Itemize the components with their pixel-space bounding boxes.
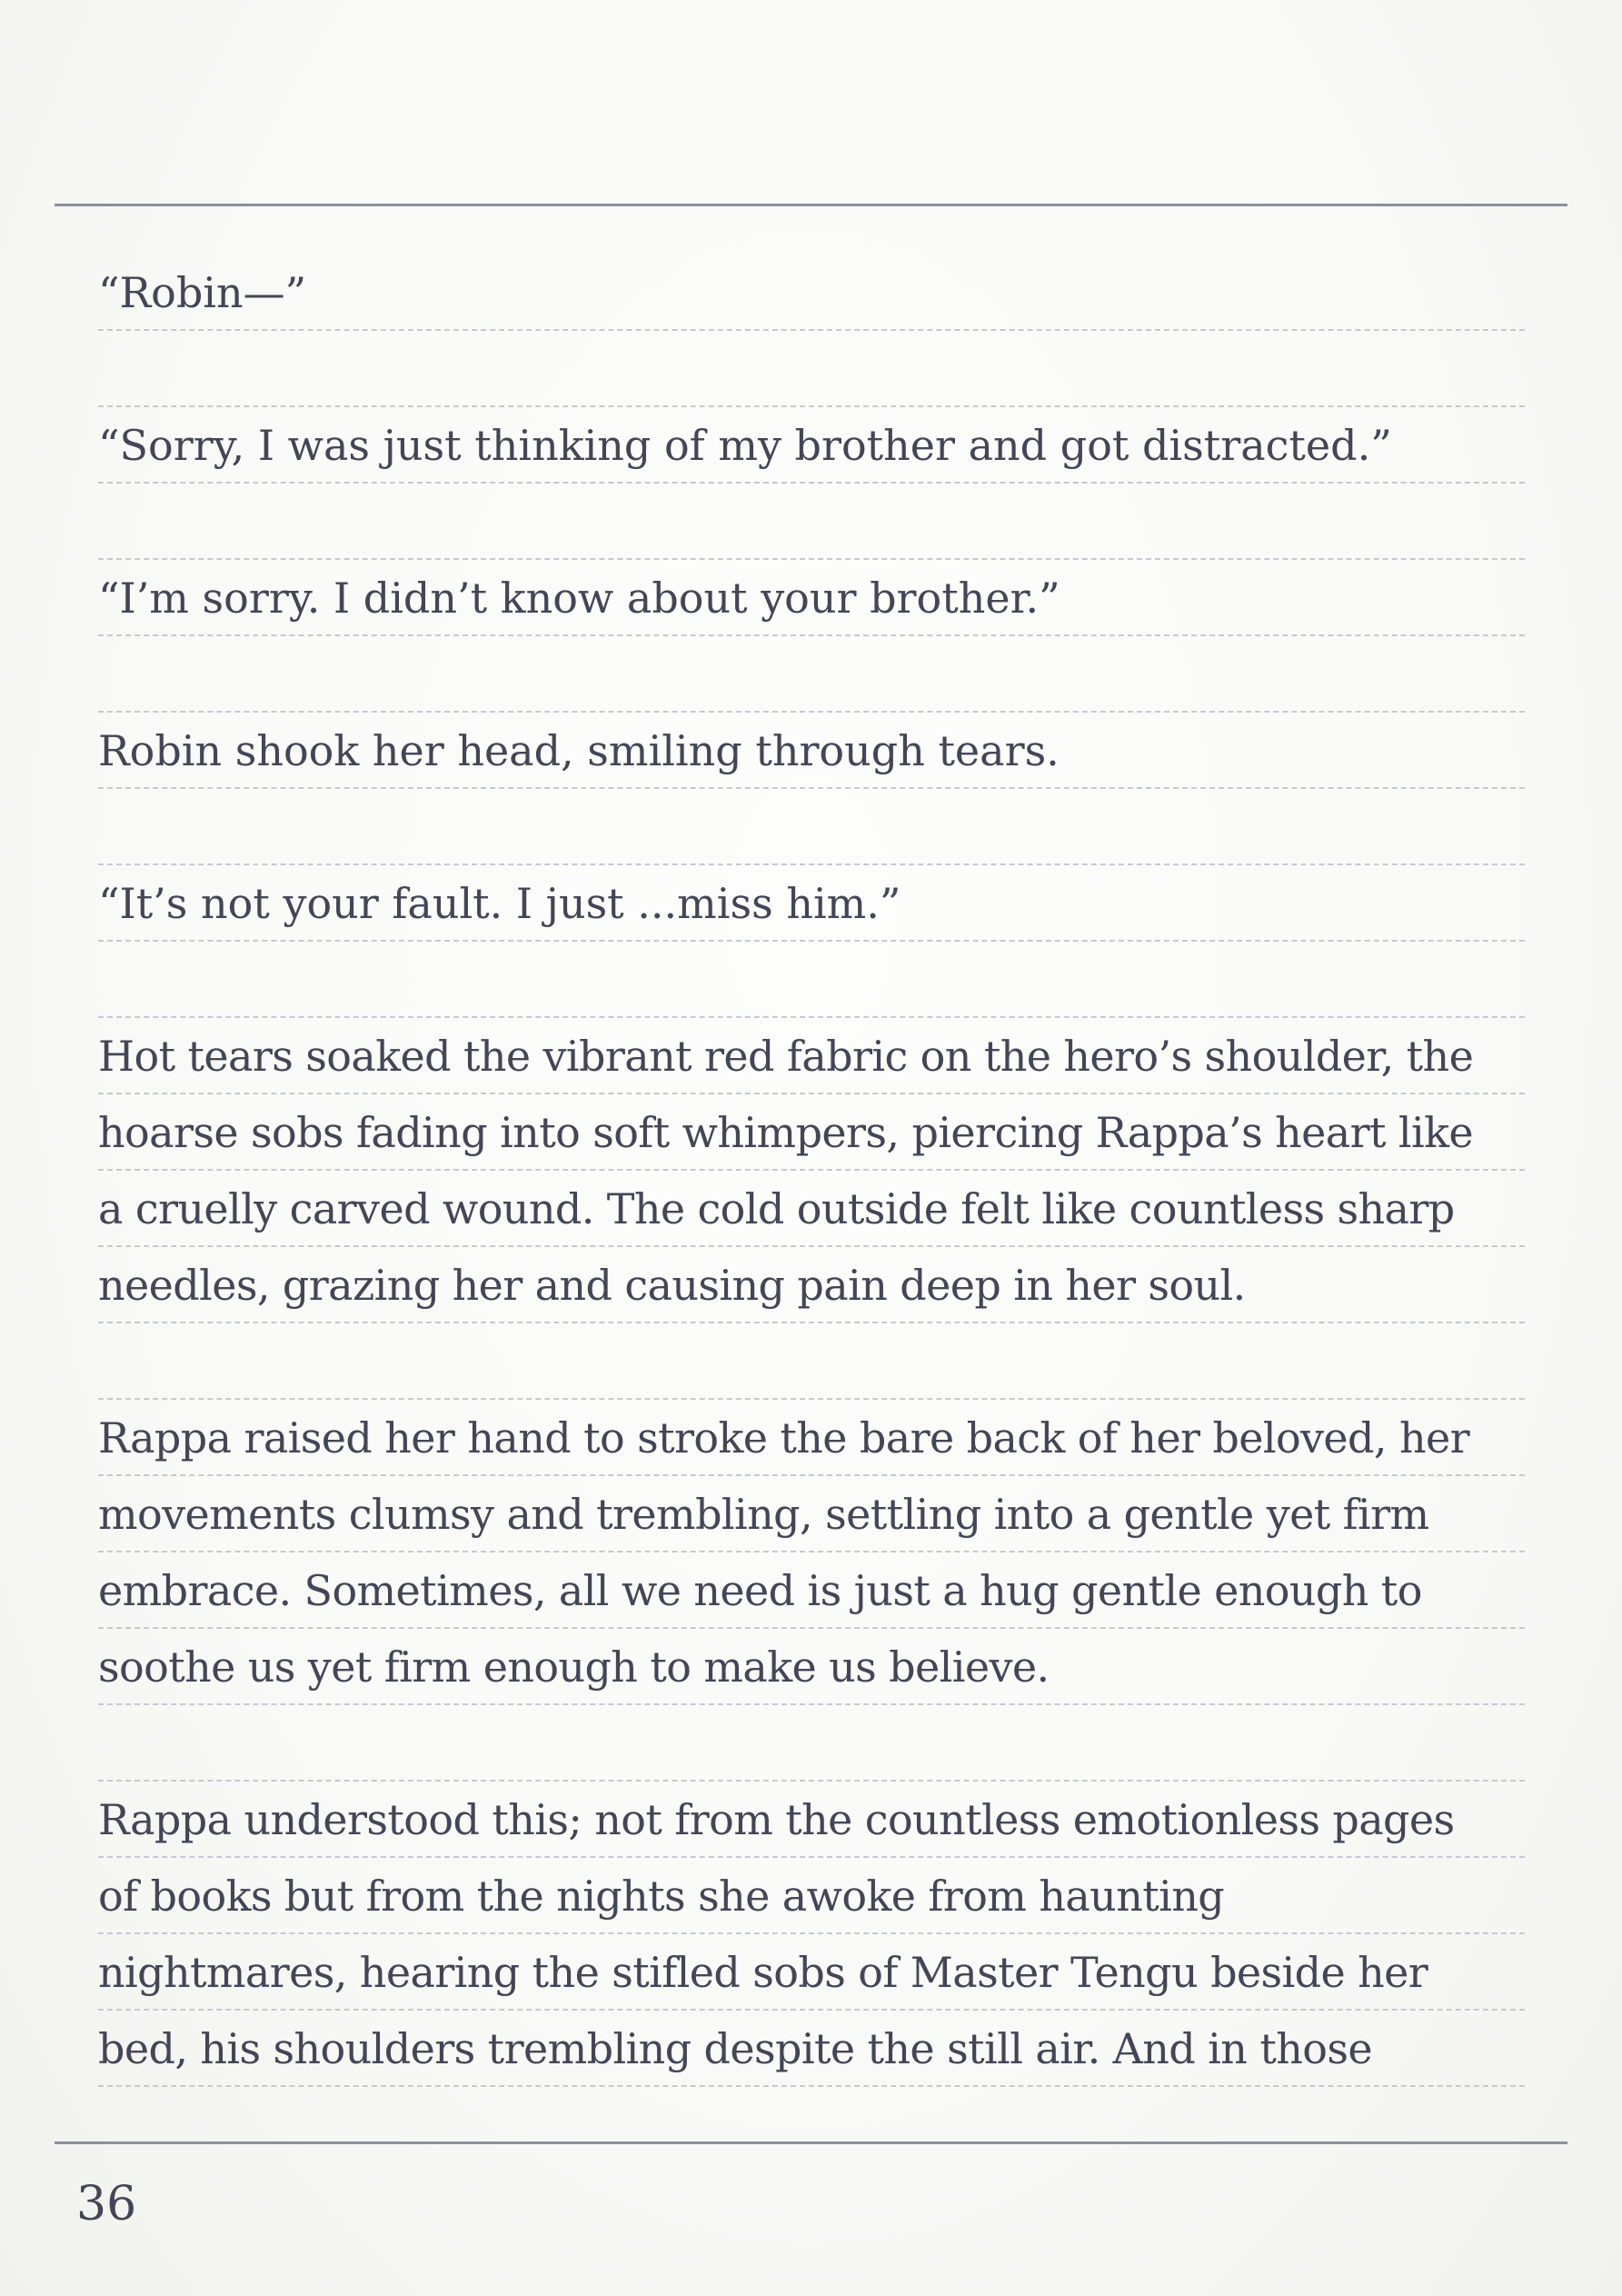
text-line: Hot tears soaked the vibrant red fabric … (98, 1018, 1525, 1094)
text-line: needles, grazing her and causing pain de… (98, 1247, 1525, 1323)
top-rule (55, 204, 1567, 206)
text-line: embrace. Sometimes, all we need is just … (98, 1552, 1525, 1629)
text-line: a cruelly carved wound. The cold outside… (98, 1171, 1525, 1247)
text-line: Rappa raised her hand to stroke the bare… (98, 1400, 1525, 1476)
text-line: Rappa understood this; not from the coun… (98, 1782, 1525, 1858)
text-line: “Sorry, I was just thinking of my brothe… (98, 407, 1525, 484)
text-line: “It’s not your fault. I just ...miss him… (98, 865, 1525, 942)
text-line: movements clumsy and trembling, settling… (98, 1476, 1525, 1552)
text-line (98, 1705, 1525, 1782)
text-line (98, 789, 1525, 865)
text-line: of books but from the nights she awoke f… (98, 1858, 1525, 1934)
text-line (98, 331, 1525, 407)
text-line (98, 942, 1525, 1018)
text-line (98, 484, 1525, 560)
text-line: nightmares, hearing the stifled sobs of … (98, 1934, 1525, 2011)
text-line (98, 636, 1525, 713)
text-line: “Robin—” (98, 255, 1525, 331)
bottom-rule (55, 2141, 1567, 2144)
text-line: “I’m sorry. I didn’t know about your bro… (98, 560, 1525, 636)
text-line: soothe us yet firm enough to make us bel… (98, 1629, 1525, 1705)
page-body: “Robin—” “Sorry, I was just thinking of … (98, 255, 1525, 2087)
page-number: 36 (76, 2177, 137, 2231)
text-line: bed, his shoulders trembling despite the… (98, 2011, 1525, 2087)
text-line (98, 1323, 1525, 1400)
text-line: Robin shook her head, smiling through te… (98, 713, 1525, 789)
text-line: hoarse sobs fading into soft whimpers, p… (98, 1094, 1525, 1171)
